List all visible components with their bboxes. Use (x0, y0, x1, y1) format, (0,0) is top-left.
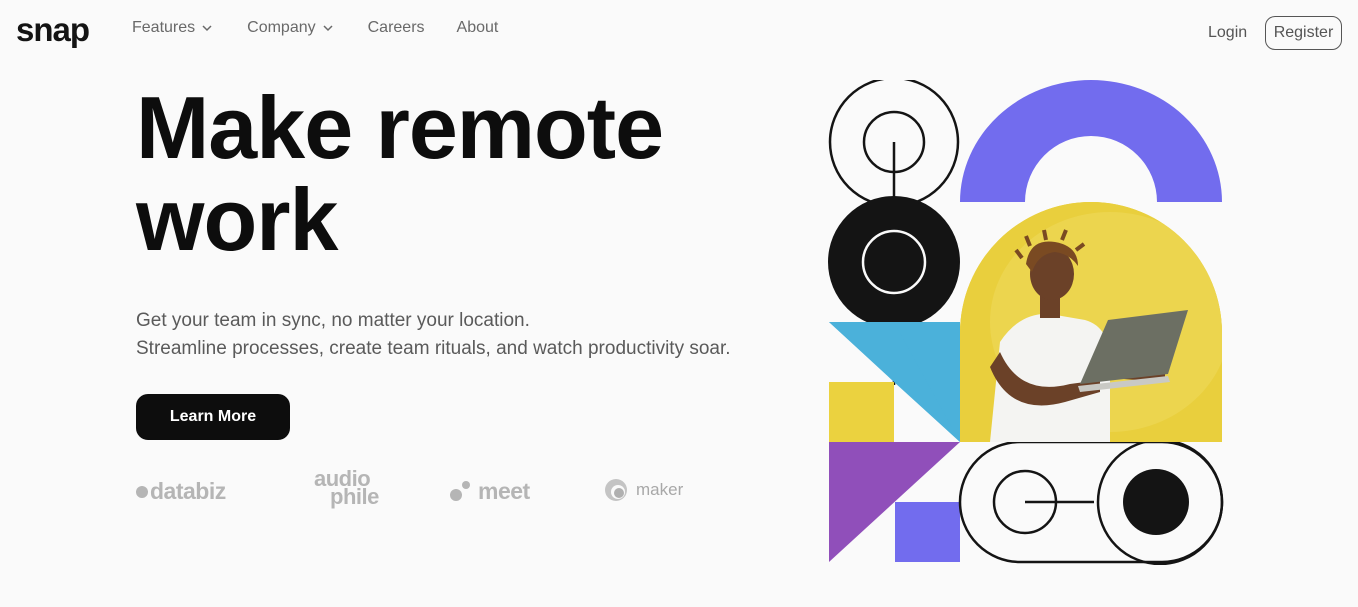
login-link[interactable]: Login (1208, 22, 1247, 44)
meet-dots-icon (450, 480, 472, 503)
meet-logo: meet (450, 478, 530, 505)
maker-logo: maker (604, 478, 683, 502)
nav-item-label: Company (247, 19, 316, 36)
nav-item-features[interactable]: Features (132, 17, 215, 39)
nav-item-label: About (456, 19, 499, 36)
hero-illustration (826, 80, 1226, 565)
client-name: phile (330, 484, 379, 509)
databiz-dot-icon (136, 485, 148, 498)
nav-item-label: Careers (367, 19, 425, 36)
client-name: meet (478, 478, 530, 504)
headline-line: Make remote (136, 78, 664, 177)
hero-headline: Make remote work (136, 82, 796, 266)
nav-item-label: Features (132, 19, 196, 36)
subtext-line: Get your team in sync, no matter your lo… (136, 310, 530, 331)
nav-item-company[interactable]: Company (247, 17, 335, 39)
subtext-line: Streamline processes, create team ritual… (136, 338, 731, 359)
headline-line: work (136, 170, 338, 269)
register-button[interactable]: Register (1265, 16, 1342, 50)
client-name: maker (636, 480, 684, 499)
client-name: databiz (150, 478, 226, 504)
learn-more-button[interactable]: Learn More (136, 394, 290, 440)
chevron-down-icon (323, 25, 333, 32)
brand-logo[interactable]: snap (16, 10, 90, 50)
databiz-logo: databiz (136, 478, 226, 505)
audiophile-logo: audio phile (314, 468, 379, 509)
maker-mark-icon (605, 479, 627, 501)
main-nav: Features Company Careers About (132, 17, 530, 39)
client-logos: databiz audio phile meet maker (136, 468, 696, 514)
nav-item-about[interactable]: About (457, 17, 499, 39)
nav-item-careers[interactable]: Careers (368, 17, 425, 39)
chevron-down-icon (202, 25, 212, 32)
hero-subtext: Get your team in sync, no matter your lo… (136, 307, 816, 363)
